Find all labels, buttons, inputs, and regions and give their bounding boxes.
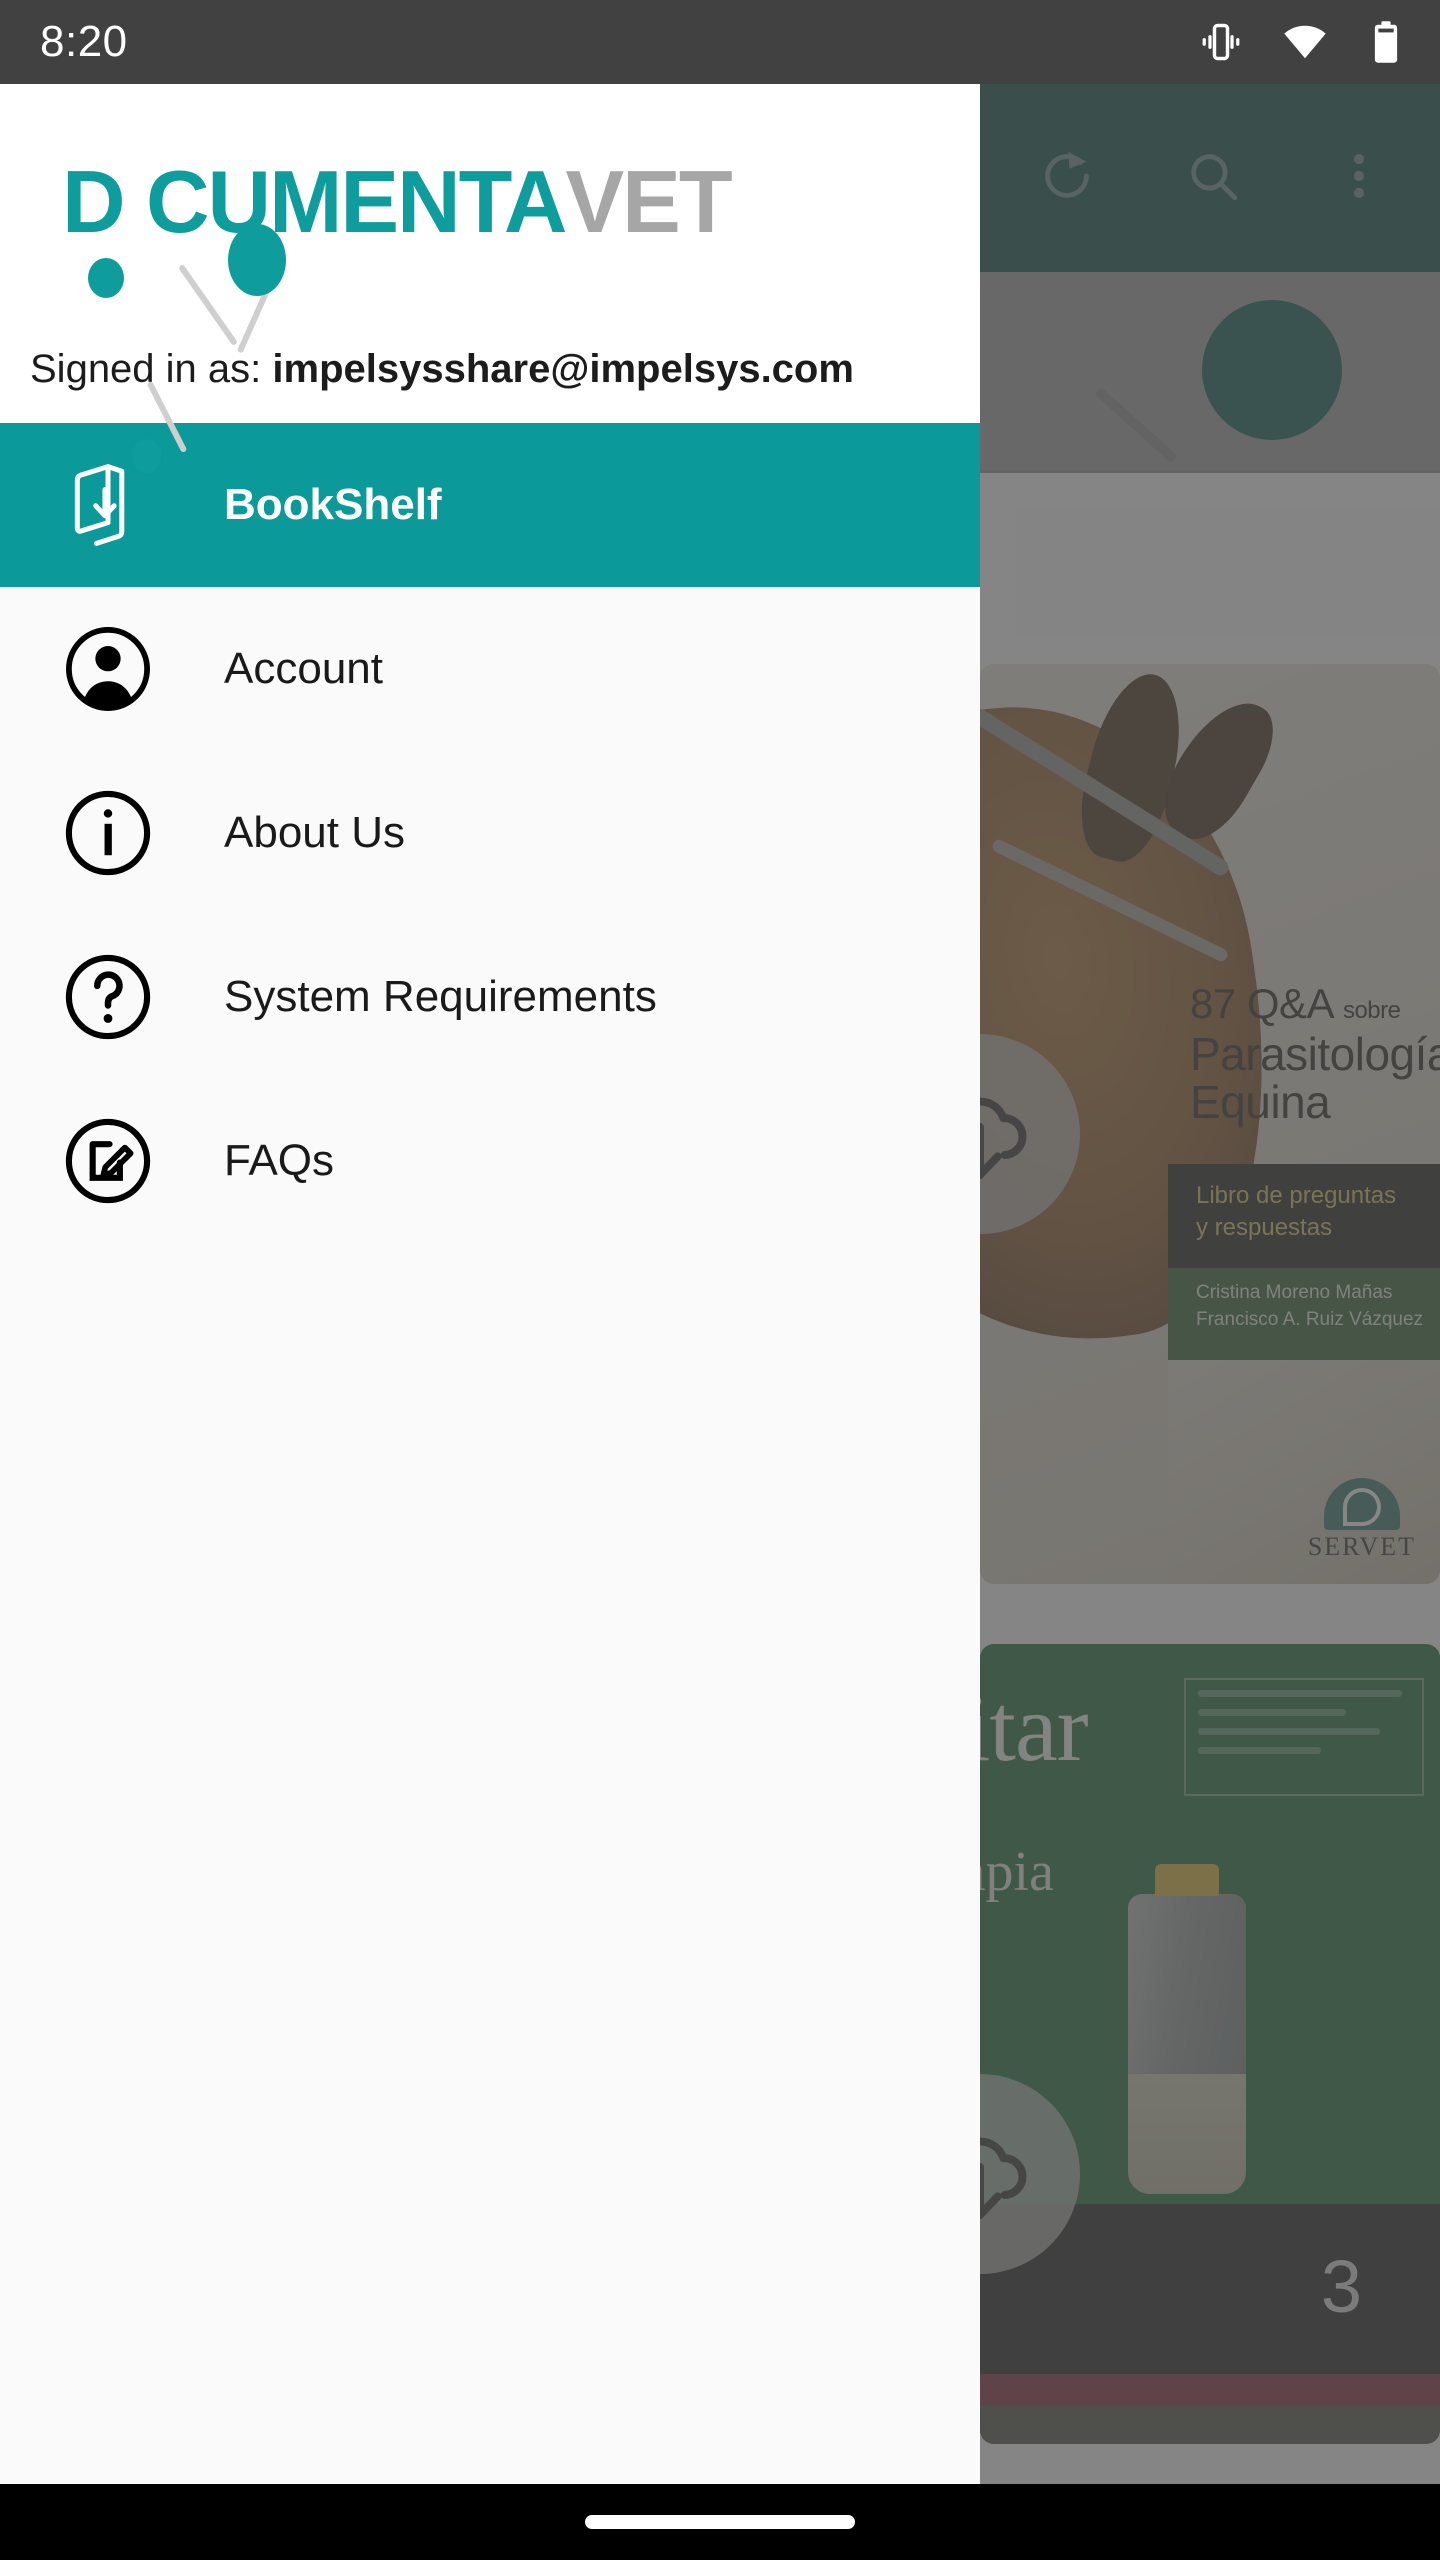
- sidebar-item-label: BookShelf: [224, 480, 442, 530]
- app-logo-primary-text: D CUMENTA: [62, 152, 567, 251]
- drawer-menu: BookShelf Account About Us System Requir…: [0, 423, 980, 2484]
- status-bar-clock: 8:20: [40, 17, 128, 66]
- status-bar: 8:20: [0, 0, 1440, 84]
- signed-in-label: Signed in as:: [30, 347, 262, 391]
- sidebar-item-label: System Requirements: [224, 972, 657, 1022]
- wifi-icon: [1282, 19, 1328, 65]
- vibrate-icon: [1198, 19, 1244, 65]
- logo-node-small-icon-1: [88, 258, 124, 298]
- logo-edge-icon-1: [178, 263, 238, 347]
- book-download-icon: [62, 459, 158, 551]
- home-gesture-pill[interactable]: [585, 2515, 855, 2529]
- account-circle-icon: [62, 623, 158, 715]
- sidebar-item-label: FAQs: [224, 1136, 335, 1186]
- sidebar-item-about-us[interactable]: About Us: [0, 751, 980, 915]
- sidebar-item-label: About Us: [224, 808, 405, 858]
- sidebar-item-faqs[interactable]: FAQs: [0, 1079, 980, 1243]
- phone-screen: 87 Q&A sobre Parasitología Equina Libro …: [0, 0, 1440, 2560]
- battery-icon: [1366, 19, 1406, 65]
- sidebar-item-label: Account: [224, 644, 383, 694]
- sidebar-item-account[interactable]: Account: [0, 587, 980, 751]
- drawer-header: D CUMENTA VET Signed in as: impelsysshar…: [0, 84, 980, 473]
- navigation-drawer: D CUMENTA VET Signed in as: impelsysshar…: [0, 84, 980, 2484]
- info-circle-icon: [62, 787, 158, 879]
- help-circle-icon: [62, 951, 158, 1043]
- logo-node-small-icon-2: [132, 439, 162, 473]
- signed-in-email: impelsysshare@impelsys.com: [272, 347, 854, 391]
- edit-circle-icon: [62, 1115, 158, 1207]
- app-logo-secondary-text: VET: [565, 152, 732, 251]
- app-logo: D CUMENTA VET: [0, 84, 980, 473]
- system-navigation-bar: [0, 2484, 1440, 2560]
- sidebar-item-system-requirements[interactable]: System Requirements: [0, 915, 980, 1079]
- signed-in-status: Signed in as: impelsysshare@impelsys.com: [0, 344, 980, 395]
